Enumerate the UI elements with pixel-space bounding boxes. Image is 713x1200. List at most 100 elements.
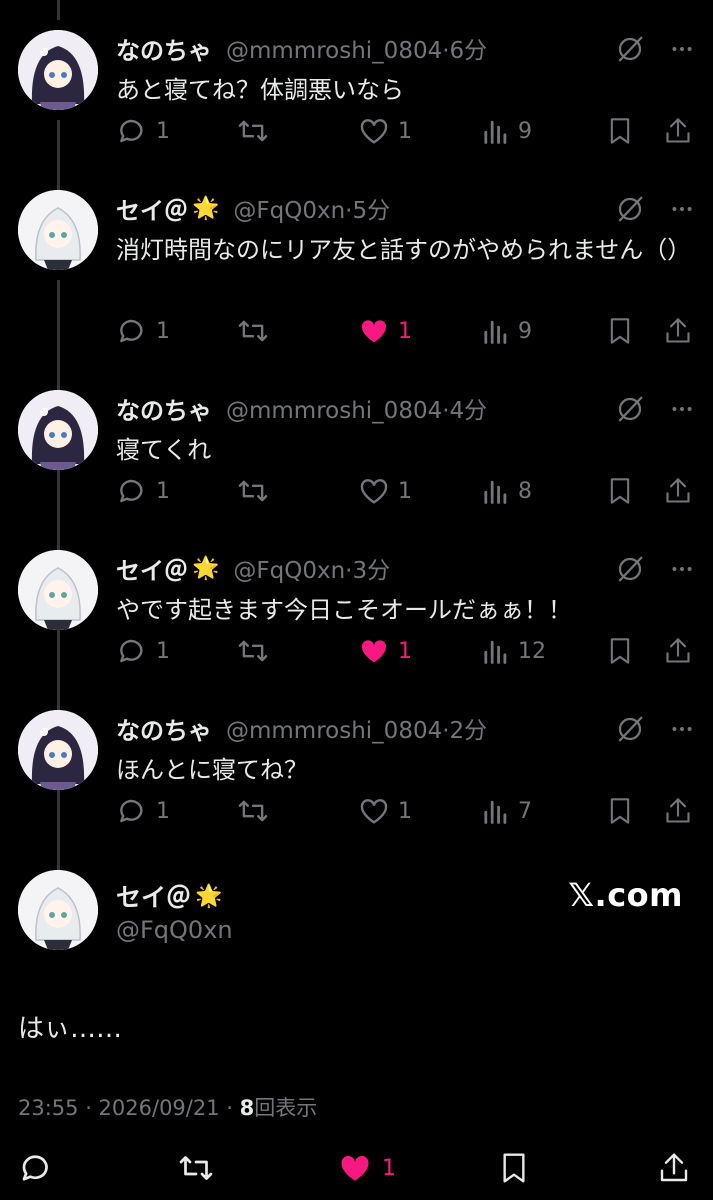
tweet-top-icons: [615, 194, 695, 224]
bookmark-icon: [606, 115, 634, 147]
like-button[interactable]: 1: [358, 114, 412, 148]
views-bar-icon: [482, 635, 510, 667]
share-button[interactable]: [664, 114, 692, 148]
retweet-button[interactable]: [236, 314, 270, 348]
heart-icon: [358, 795, 390, 827]
timestamp: 23:55 · 2026/09/21 ·: [18, 1096, 240, 1120]
bookmark-button[interactable]: [606, 114, 634, 148]
avatar[interactable]: [18, 550, 98, 630]
reply-tweet[interactable]: なのちゃ @mmmroshi_0804·2分 ほんとに寝てね？ 1 1 7: [0, 710, 713, 870]
grok-icon[interactable]: [615, 34, 645, 64]
heart-icon: [358, 635, 390, 667]
bookmark-button[interactable]: [606, 474, 634, 508]
retweet-button[interactable]: [236, 634, 270, 668]
author-handle-time[interactable]: @mmmroshi_0804·6分: [226, 31, 487, 65]
thread-line: [57, 0, 60, 20]
reply-tweet[interactable]: なのちゃ @mmmroshi_0804·6分 あと寝てね？体調悪いなら 1 1 9: [0, 30, 713, 190]
share-button[interactable]: [664, 474, 692, 508]
author-handle-time[interactable]: @mmmroshi_0804·2分: [226, 711, 487, 745]
like-button[interactable]: 1: [358, 794, 412, 828]
like-count: 1: [398, 638, 412, 664]
bookmark-button[interactable]: [606, 794, 634, 828]
share-button[interactable]: [664, 314, 692, 348]
avatar-sei[interactable]: [18, 870, 98, 950]
views-button[interactable]: 9: [482, 114, 532, 148]
tweet-header: なのちゃ @mmmroshi_0804·6分: [116, 30, 487, 66]
tweet-header: なのちゃ @mmmroshi_0804·2分: [116, 710, 487, 746]
bookmark-button[interactable]: [606, 314, 634, 348]
like-count: 1: [398, 118, 412, 144]
views-count: 9: [518, 318, 532, 344]
tweet-top-icons: [615, 554, 695, 584]
tweet-header: セイ＠ 🌟 @FqQ0xn·5分: [116, 190, 390, 226]
reply-icon: [116, 475, 148, 507]
tweet-text: やです起きます今日こそオールだぁぁ！！: [116, 596, 572, 624]
avatar[interactable]: [18, 30, 98, 110]
author-name[interactable]: なのちゃ: [116, 711, 212, 746]
grok-icon[interactable]: [615, 554, 645, 584]
views-button[interactable]: 12: [482, 634, 546, 668]
tweet-actions: 1 1 9: [116, 114, 696, 148]
reply-button[interactable]: 1: [116, 114, 170, 148]
like-button[interactable]: 1: [358, 474, 412, 508]
share-icon: [664, 635, 692, 667]
share-button[interactable]: [664, 794, 692, 828]
bookmark-button[interactable]: [606, 634, 634, 668]
more-dots-icon[interactable]: [669, 554, 695, 584]
avatar-image: [18, 30, 98, 110]
views-button[interactable]: 7: [482, 794, 532, 828]
author-handle-time[interactable]: @FqQ0xn·5分: [233, 191, 390, 225]
retweet-button[interactable]: [236, 794, 270, 828]
author-name[interactable]: セイ＠: [116, 191, 188, 226]
reply-tweet[interactable]: セイ＠ 🌟 @FqQ0xn·5分 消灯時間なのにリア友と話すのがやめられません（） 1 1…: [0, 190, 713, 350]
like-button[interactable]: 1: [358, 314, 412, 348]
avatar-image: [18, 710, 98, 790]
reply-count: 1: [156, 478, 170, 504]
reply-count: 1: [156, 318, 170, 344]
star-badge-icon: 🌟: [195, 883, 223, 909]
bookmark-icon: [503, 1153, 525, 1183]
tweet-actions: 1 1 12: [116, 634, 696, 668]
views-button[interactable]: 9: [482, 314, 532, 348]
retweet-button[interactable]: [176, 1151, 216, 1185]
grok-icon[interactable]: [615, 714, 645, 744]
grok-icon[interactable]: [615, 194, 645, 224]
views-button[interactable]: 8: [482, 474, 532, 508]
more-dots-icon[interactable]: [669, 714, 695, 744]
like-count: 1: [382, 1155, 396, 1181]
more-dots-icon[interactable]: [669, 394, 695, 424]
tweet-header: セイ＠ 🌟 @FqQ0xn·3分: [116, 550, 390, 586]
grok-icon[interactable]: [615, 394, 645, 424]
retweet-button[interactable]: [236, 114, 270, 148]
x-com-watermark: 𝕏.com: [568, 876, 683, 914]
author-name[interactable]: セイ＠: [116, 551, 188, 586]
bookmark-icon: [606, 635, 634, 667]
author-name[interactable]: なのちゃ: [116, 31, 212, 66]
reply-tweet[interactable]: セイ＠ 🌟 @FqQ0xn·3分やです起きます今日こそオールだぁぁ！！ 1 1 12: [0, 550, 713, 710]
reply-tweet[interactable]: なのちゃ @mmmroshi_0804·4分 寝てくれ 1 1 8: [0, 390, 713, 550]
like-button[interactable]: 1: [358, 634, 412, 668]
more-dots-icon[interactable]: [669, 34, 695, 64]
reply-button[interactable]: [18, 1151, 54, 1185]
avatar[interactable]: [18, 390, 98, 470]
retweet-button[interactable]: [236, 474, 270, 508]
reply-button[interactable]: 1: [116, 634, 170, 668]
main-author-handle[interactable]: @FqQ0xn: [116, 916, 233, 944]
share-button[interactable]: [664, 634, 692, 668]
like-button[interactable]: 1: [336, 1151, 396, 1185]
author-handle-time[interactable]: @mmmroshi_0804·4分: [226, 391, 487, 425]
reply-button[interactable]: 1: [116, 794, 170, 828]
avatar-image: [18, 190, 98, 270]
reply-button[interactable]: 1: [116, 314, 170, 348]
views-bar-icon: [482, 475, 510, 507]
reply-button[interactable]: 1: [116, 474, 170, 508]
avatar[interactable]: [18, 190, 98, 270]
main-author-name[interactable]: セイ＠ 🌟: [116, 878, 222, 914]
avatar[interactable]: [18, 710, 98, 790]
more-dots-icon[interactable]: [669, 194, 695, 224]
share-button[interactable]: [658, 1151, 690, 1185]
like-count: 1: [398, 798, 412, 824]
author-handle-time[interactable]: @FqQ0xn·3分: [233, 551, 390, 585]
author-name[interactable]: なのちゃ: [116, 391, 212, 426]
bookmark-button[interactable]: [498, 1151, 530, 1185]
